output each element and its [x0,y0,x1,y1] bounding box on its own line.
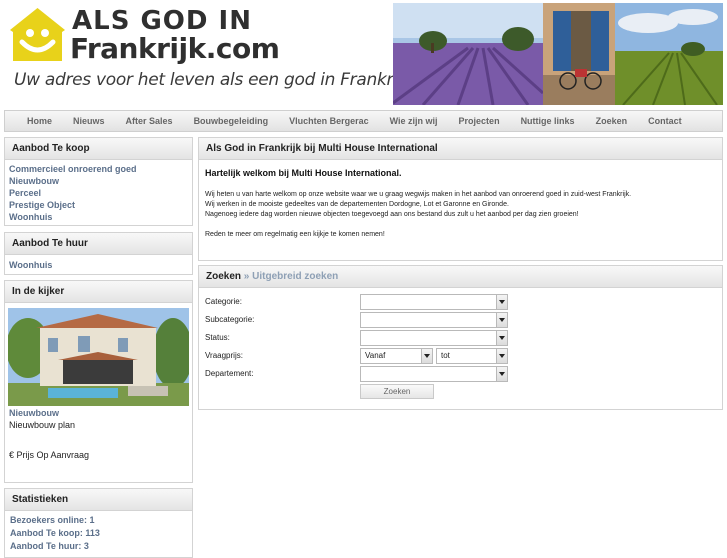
status-select[interactable] [360,330,508,346]
welcome-title: Als God in Frankrijk bij Multi House Int… [199,138,722,160]
main-navigation: Home Nieuws After Sales Bouwbegeleiding … [4,110,723,132]
nav-contact[interactable]: Contact [638,116,693,126]
crumb-zoeken[interactable]: Zoeken [206,271,241,282]
smiling-house-logo-icon[interactable] [10,8,65,62]
nav-zoeken[interactable]: Zoeken [585,116,638,126]
search-submit-button[interactable]: Zoeken [360,384,434,399]
sidebar-item-prestige-object[interactable]: Prestige Object [5,199,192,211]
welcome-paragraph-3: Nagenoeg iedere dag worden nieuwe object… [205,211,579,218]
lavender-collage-banner [393,3,723,105]
departement-select[interactable] [360,366,508,382]
kijker-subtitle: Nieuwbouw plan [9,420,76,430]
sidebar-huur-panel: Aanbod Te huur Woonhuis [4,232,193,275]
label-departement: Departement: [205,369,254,378]
chevron-down-icon[interactable] [496,313,507,327]
row-categorie: Categorie: [205,294,725,310]
sidebar-item-woonhuis-koop[interactable]: Woonhuis [5,211,192,223]
welcome-paragraph-2: Wij werken in de mooiste gedeeltes van d… [205,201,509,208]
label-status: Status: [205,333,230,342]
nav-projecten[interactable]: Projecten [448,116,510,126]
row-vraagprijs: Vraagprijs: Vanaf tot [205,348,725,364]
sidebar-kijker-panel: In de kijker Nieuwbouw Nieuwbouw plan € … [4,280,193,483]
search-breadcrumb: Zoeken » Uitgebreid zoeken [199,266,722,288]
welcome-paragraph-1: Wij heten u van harte welkom op onze web… [205,191,632,198]
chevron-down-icon[interactable] [496,295,507,309]
label-categorie: Categorie: [205,297,242,306]
nav-nieuws[interactable]: Nieuws [63,116,116,126]
row-departement: Departement: [205,366,725,382]
sidebar-item-nieuwbouw[interactable]: Nieuwbouw [5,175,192,187]
row-subcategorie: Subcategorie: [205,312,725,328]
label-vraagprijs: Vraagprijs: [205,351,243,360]
sidebar-huur-title: Aanbod Te huur [5,233,192,255]
welcome-paragraph-4: Reden te meer om regelmatig een kijkje t… [205,231,385,238]
sidebar-kijker-title: In de kijker [5,281,192,303]
stat-online: Bezoekers online: 1 [10,515,95,525]
crumb-uitgebreid: Uitgebreid zoeken [252,271,339,282]
nav-home[interactable]: Home [5,116,63,126]
crumb-separator: » [243,271,250,282]
nav-vluchten-bergerac[interactable]: Vluchten Bergerac [279,116,380,126]
chevron-down-icon[interactable] [421,349,432,363]
label-subcategorie: Subcategorie: [205,315,255,324]
row-status: Status: [205,330,725,346]
price-from-select[interactable]: Vanaf [360,348,433,364]
stat-huur: Aanbod Te huur: 3 [10,541,89,551]
sidebar-stats-title: Statistieken [5,489,192,511]
sidebar-item-woonhuis-huur[interactable]: Woonhuis [5,259,192,271]
nav-nuttige-links[interactable]: Nuttige links [510,116,585,126]
nav-bouwbegeleiding[interactable]: Bouwbegeleiding [183,116,279,126]
logo-domain: Frankrijk.com [70,32,280,65]
welcome-heading: Hartelijk welkom bij Multi House Interna… [205,168,402,178]
sidebar-item-commercieel[interactable]: Commercieel onroerend goed [5,163,192,175]
chevron-down-icon[interactable] [496,349,507,363]
welcome-panel: Als God in Frankrijk bij Multi House Int… [198,137,723,261]
categorie-select[interactable] [360,294,508,310]
chevron-down-icon[interactable] [496,367,507,381]
sidebar-item-perceel[interactable]: Perceel [5,187,192,199]
featured-house-photo[interactable] [8,308,189,406]
chevron-down-icon[interactable] [496,331,507,345]
kijker-link[interactable]: Nieuwbouw [5,407,192,419]
nav-wie-zijn-wij[interactable]: Wie zijn wij [379,116,448,126]
price-to-select[interactable]: tot [436,348,508,364]
site-header: ALS GOD IN Frankrijk.com Uw adres voor h… [0,0,727,108]
site-tagline: Uw adres voor het leven als een god in F… [14,70,425,90]
sidebar-koop-panel: Aanbod Te koop Commercieel onroerend goe… [4,137,193,226]
sidebar-stats-panel: Statistieken Bezoekers online: 1 Aanbod … [4,488,193,558]
subcategorie-select[interactable] [360,312,508,328]
kijker-price: € Prijs Op Aanvraag [9,450,90,460]
sidebar-koop-title: Aanbod Te koop [5,138,192,160]
stat-koop: Aanbod Te koop: 113 [10,528,100,538]
nav-after-sales[interactable]: After Sales [115,116,183,126]
